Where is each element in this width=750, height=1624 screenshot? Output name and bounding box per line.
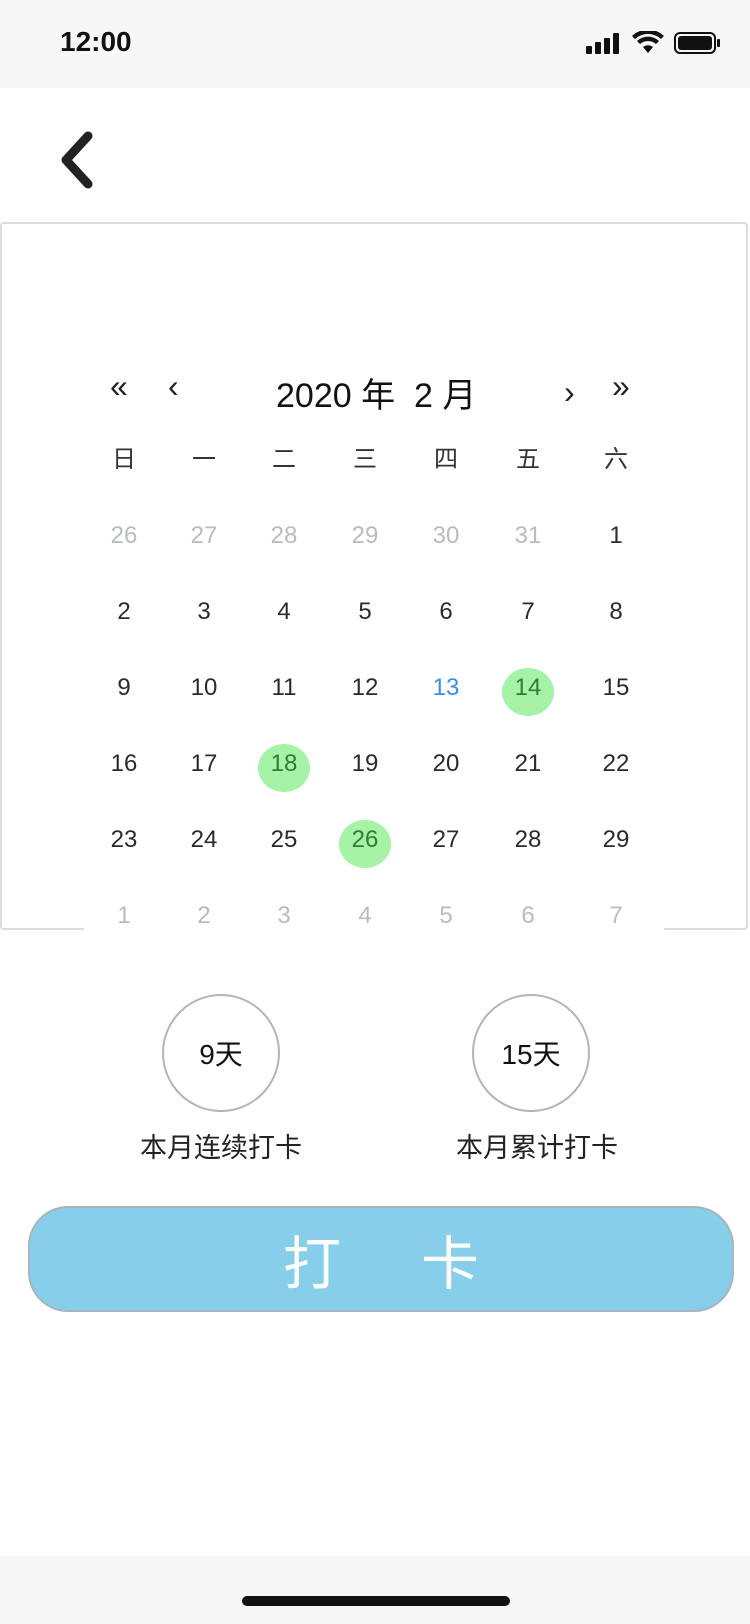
calendar-day[interactable]: 16 (94, 748, 154, 780)
weekday-label: 三 (353, 446, 377, 473)
calendar-day[interactable]: 12 (335, 672, 395, 704)
calendar-day[interactable]: 8 (586, 596, 646, 628)
status-bar: 12:00 (0, 0, 750, 88)
total-days-label: 本月累计打卡 (456, 1133, 618, 1163)
chevron-left-icon (56, 130, 96, 195)
consecutive-days-label: 本月连续打卡 (140, 1133, 302, 1163)
wifi-icon (632, 29, 664, 60)
calendar-day[interactable]: 18 (254, 748, 314, 780)
calendar-day[interactable]: 21 (498, 748, 558, 780)
checkin-button[interactable]: 打卡 (28, 1206, 734, 1312)
weekday-label: 六 (604, 446, 628, 473)
calendar-day[interactable]: 5 (335, 596, 395, 628)
status-icons (586, 29, 722, 60)
calendar-day-outside-month[interactable]: 1 (94, 900, 154, 932)
calendar-day[interactable]: 29 (586, 824, 646, 856)
calendar-day-outside-month[interactable]: 2 (174, 900, 234, 932)
calendar-day[interactable]: 25 (254, 824, 314, 856)
calendar-day-outside-month[interactable]: 27 (174, 520, 234, 552)
calendar-day[interactable]: 9 (94, 672, 154, 704)
calendar-day[interactable]: 27 (416, 824, 476, 856)
calendar-day-today[interactable]: 13 (416, 672, 476, 704)
home-bar-area (0, 1556, 750, 1624)
prev-month-button[interactable]: ‹ (168, 366, 179, 406)
weekday-label: 五 (516, 446, 540, 473)
total-days-value: 15天 (501, 1039, 561, 1070)
calendar-day-outside-month[interactable]: 3 (254, 900, 314, 932)
weekday-label: 四 (434, 446, 458, 473)
calendar-day[interactable]: 3 (174, 596, 234, 628)
calendar-day-outside-month[interactable]: 7 (586, 900, 646, 932)
calendar-day-outside-month[interactable]: 30 (416, 520, 476, 552)
home-indicator[interactable] (242, 1596, 510, 1606)
consecutive-days-circle: 9天 (162, 994, 280, 1112)
calendar-day[interactable]: 7 (498, 596, 558, 628)
calendar-day[interactable]: 15 (586, 672, 646, 704)
calendar-day-outside-month[interactable]: 26 (94, 520, 154, 552)
calendar-day[interactable]: 24 (174, 824, 234, 856)
calendar-day[interactable]: 22 (586, 748, 646, 780)
calendar-day[interactable]: 4 (254, 596, 314, 628)
total-days-circle: 15天 (472, 994, 590, 1112)
cellular-signal-icon (586, 32, 622, 59)
next-month-button[interactable]: › (564, 372, 575, 412)
back-button[interactable] (46, 122, 106, 202)
calendar-day[interactable]: 14 (498, 672, 558, 704)
calendar-day[interactable]: 19 (335, 748, 395, 780)
calendar-day-outside-month[interactable]: 28 (254, 520, 314, 552)
status-time: 12:00 (60, 26, 132, 57)
calendar-day[interactable]: 1 (586, 520, 646, 552)
calendar-day[interactable]: 6 (416, 596, 476, 628)
calendar-day-outside-month[interactable]: 29 (335, 520, 395, 552)
calendar-day[interactable]: 26 (335, 824, 395, 856)
calendar-day[interactable]: 10 (174, 672, 234, 704)
calendar-day-outside-month[interactable]: 4 (335, 900, 395, 932)
calendar-day-outside-month[interactable]: 31 (498, 520, 558, 552)
calendar-day-outside-month[interactable]: 5 (416, 900, 476, 932)
calendar-title: 2020 年 2 月 (276, 377, 477, 415)
weekday-label: 一 (192, 446, 216, 473)
calendar-day-outside-month[interactable]: 6 (498, 900, 558, 932)
weekday-label: 二 (272, 446, 296, 473)
consecutive-days-value: 9天 (199, 1039, 243, 1070)
calendar-day[interactable]: 17 (174, 748, 234, 780)
weekday-label: 日 (112, 446, 136, 473)
prev-year-button[interactable]: « (110, 366, 128, 406)
calendar-day[interactable]: 11 (254, 672, 314, 704)
battery-icon (674, 31, 722, 60)
next-year-button[interactable]: » (612, 366, 630, 406)
calendar-day[interactable]: 2 (94, 596, 154, 628)
calendar-day[interactable]: 23 (94, 824, 154, 856)
calendar-day[interactable]: 28 (498, 824, 558, 856)
calendar-day[interactable]: 20 (416, 748, 476, 780)
